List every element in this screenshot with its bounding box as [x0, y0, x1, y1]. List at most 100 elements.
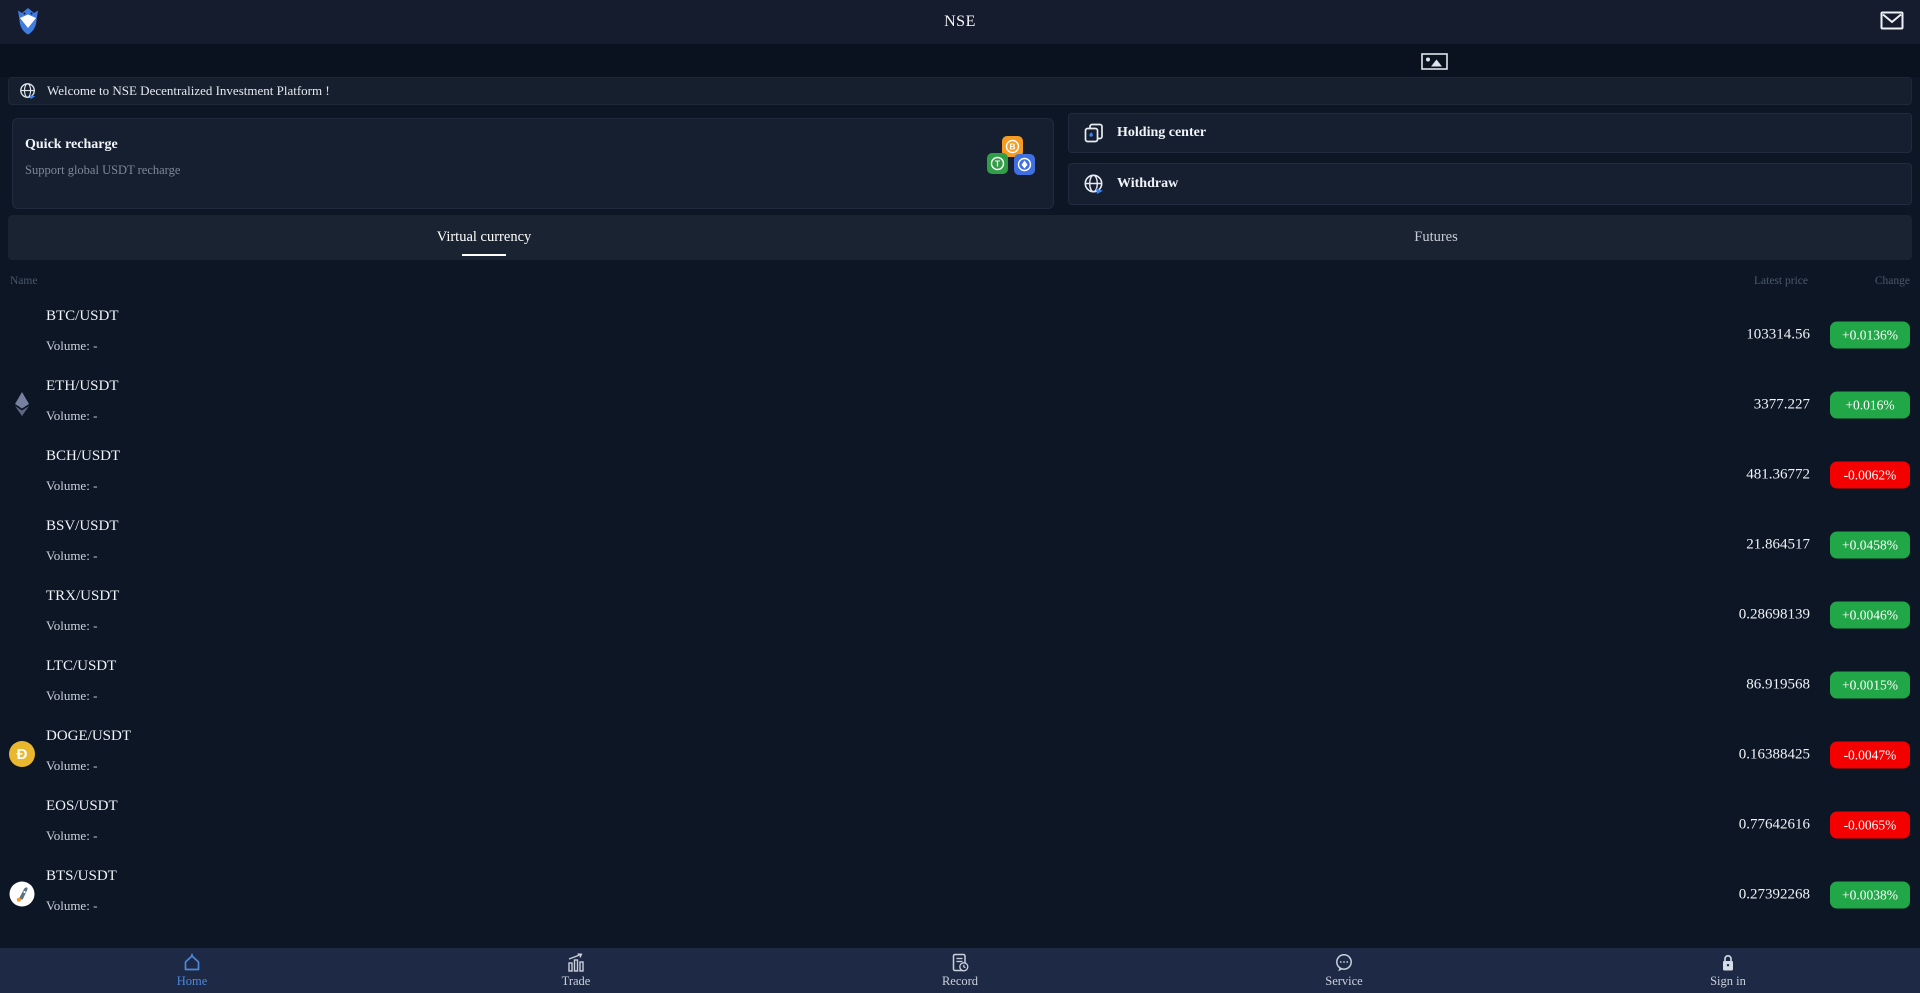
holding-center-button[interactable]: Holding center [1068, 113, 1912, 153]
latest-price: 0.28698139 [1739, 607, 1810, 624]
change-badge: +0.016% [1830, 392, 1910, 419]
table-row-doge[interactable]: Ð DOGE/USDT Volume: - 0.16388425 -0.0047… [0, 720, 1920, 790]
volume-label: Volume: - [46, 618, 97, 634]
mascot-logo-icon [12, 5, 44, 37]
change-badge: +0.0136% [1830, 322, 1910, 349]
volume-label: Volume: - [46, 338, 97, 354]
nav-label: Record [942, 974, 978, 989]
broken-image-icon [1421, 53, 1448, 70]
table-row-bts[interactable]: BTS/USDT Volume: - 0.27392268 +0.0038% [0, 860, 1920, 930]
latest-price: 481.36772 [1746, 467, 1810, 484]
rocket-icon [8, 880, 36, 908]
column-latest-price: Latest price [1754, 275, 1808, 287]
eth-coin-icon [1014, 154, 1035, 175]
tab-virtual-currency-label: Virtual currency [437, 229, 532, 246]
change-badge: -0.0062% [1830, 462, 1910, 489]
volume-label: Volume: - [46, 548, 97, 564]
table-row-btc[interactable]: BTC/USDT Volume: - 103314.56 +0.0136% [0, 300, 1920, 370]
pair-label: BCH/USDT [46, 448, 120, 465]
nav-label: Trade [562, 974, 591, 989]
market-table: BTC/USDT Volume: - 103314.56 +0.0136% ET… [0, 300, 1920, 930]
withdraw-globe-icon [1083, 173, 1105, 195]
latest-price: 0.27392268 [1739, 887, 1810, 904]
usdt-coin-icon: T [987, 153, 1008, 174]
nav-item-sign-in[interactable]: Sign in [1536, 948, 1920, 993]
nav-item-record[interactable]: Record [768, 948, 1152, 993]
market-tabs: Virtual currency Futures [8, 215, 1912, 260]
pair-label: ETH/USDT [46, 378, 119, 395]
header: NSE [0, 0, 1920, 44]
coin-cluster: B T [987, 136, 1039, 194]
coin-icon-slot [8, 530, 36, 558]
nav-label: Service [1325, 974, 1362, 989]
coin-icon-slot [8, 320, 36, 348]
change-badge: +0.0458% [1830, 532, 1910, 559]
doge-icon: Ð [8, 740, 36, 768]
withdraw-button[interactable]: Withdraw [1068, 163, 1912, 205]
nav-item-service[interactable]: Service [1152, 948, 1536, 993]
latest-price: 21.864517 [1746, 537, 1810, 554]
quick-recharge-card[interactable]: Quick recharge Support global USDT recha… [12, 118, 1054, 209]
tab-futures[interactable]: Futures [960, 215, 1912, 260]
table-row-trx[interactable]: TRX/USDT Volume: - 0.28698139 +0.0046% [0, 580, 1920, 650]
table-row-eos[interactable]: EOS/USDT Volume: - 0.77642616 -0.0065% [0, 790, 1920, 860]
change-badge: +0.0015% [1830, 672, 1910, 699]
table-row-ltc[interactable]: LTC/USDT Volume: - 86.919568 +0.0015% [0, 650, 1920, 720]
nav-label: Home [177, 974, 208, 989]
column-name: Name [10, 275, 37, 287]
holding-center-label: Holding center [1117, 125, 1206, 141]
coin-icon-slot [8, 600, 36, 628]
latest-price: 86.919568 [1746, 677, 1810, 694]
svg-text:B: B [1009, 142, 1015, 152]
nav-label: Sign in [1710, 974, 1746, 989]
pair-label: BTS/USDT [46, 868, 117, 885]
latest-price: 0.77642616 [1739, 817, 1810, 834]
pair-label: BTC/USDT [46, 308, 119, 325]
quick-recharge-title: Quick recharge [25, 137, 118, 153]
welcome-text: Welcome to NSE Decentralized Investment … [47, 83, 330, 99]
latest-price: 103314.56 [1746, 327, 1810, 344]
pair-label: DOGE/USDT [46, 728, 131, 745]
tab-virtual-currency[interactable]: Virtual currency [8, 215, 960, 260]
change-badge: +0.0038% [1830, 882, 1910, 909]
coin-icon-slot [8, 460, 36, 488]
column-change: Change [1875, 275, 1910, 287]
bottom-navigation: Home Trade Record [0, 948, 1920, 993]
tab-futures-label: Futures [1414, 229, 1458, 246]
page-title: NSE [0, 13, 1920, 31]
svg-text:T: T [995, 159, 1001, 169]
nav-item-home[interactable]: Home [0, 948, 384, 993]
table-row-bsv[interactable]: BSV/USDT Volume: - 21.864517 +0.0458% [0, 510, 1920, 580]
globe-icon [19, 82, 37, 100]
change-badge: +0.0046% [1830, 602, 1910, 629]
service-icon [1334, 953, 1354, 972]
volume-label: Volume: - [46, 408, 97, 424]
record-icon [950, 953, 970, 972]
eth-icon [8, 390, 36, 418]
coin-icon-slot [8, 670, 36, 698]
chart-icon [566, 953, 586, 972]
latest-price: 3377.227 [1754, 397, 1810, 414]
quick-recharge-subtitle: Support global USDT recharge [25, 163, 180, 178]
volume-label: Volume: - [46, 828, 97, 844]
volume-label: Volume: - [46, 478, 97, 494]
market-table-header: Name Latest price Change [0, 272, 1920, 294]
pair-label: TRX/USDT [46, 588, 119, 605]
holding-center-icon [1083, 122, 1105, 144]
volume-label: Volume: - [46, 758, 97, 774]
nav-item-trade[interactable]: Trade [384, 948, 768, 993]
banner-carousel [0, 44, 1920, 77]
change-badge: -0.0047% [1830, 742, 1910, 769]
coin-icon-slot [8, 810, 36, 838]
table-row-eth[interactable]: ETH/USDT Volume: - 3377.227 +0.016% [0, 370, 1920, 440]
pair-label: EOS/USDT [46, 798, 118, 815]
active-tab-underline [462, 254, 506, 256]
pair-label: LTC/USDT [46, 658, 116, 675]
table-row-bch[interactable]: BCH/USDT Volume: - 481.36772 -0.0062% [0, 440, 1920, 510]
home-icon [182, 953, 202, 972]
change-badge: -0.0065% [1830, 812, 1910, 839]
volume-label: Volume: - [46, 688, 97, 704]
mail-icon[interactable] [1880, 10, 1904, 32]
withdraw-label: Withdraw [1117, 176, 1178, 192]
volume-label: Volume: - [46, 898, 97, 914]
